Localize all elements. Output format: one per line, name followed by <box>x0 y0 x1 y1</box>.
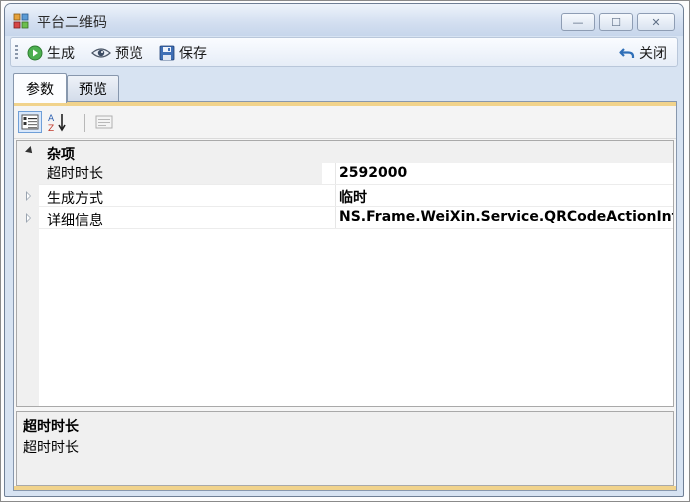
svg-text:Z: Z <box>48 124 54 132</box>
tab-parameters-label: 参数 <box>26 81 54 98</box>
save-icon <box>159 45 175 61</box>
collapse-icon[interactable] <box>25 146 35 156</box>
property-grid[interactable]: 杂项 超时时长 2592000 生成方式 临时 详细信息 NS.Frame.We… <box>16 140 674 407</box>
maximize-button[interactable]: ☐ <box>599 13 633 31</box>
category-name: 杂项 <box>47 147 75 163</box>
row-divider <box>39 228 673 229</box>
property-pages-button[interactable] <box>92 111 116 133</box>
property-value[interactable]: NS.Frame.WeiXin.Service.QRCodeActionInfo <box>339 209 673 225</box>
parameters-panel: A Z 杂项 超时时长 2592000 生成方式 临时 详细信息 NS.Fram… <box>13 101 677 491</box>
property-value[interactable]: 2592000 <box>339 165 407 181</box>
alphabetical-button[interactable]: A Z <box>46 111 70 133</box>
close-button[interactable]: 关闭 <box>619 43 667 63</box>
expand-icon[interactable] <box>26 191 31 201</box>
app-icon <box>13 13 29 29</box>
property-name: 生成方式 <box>47 191 103 207</box>
property-row-timeout[interactable]: 超时时长 2592000 <box>17 163 673 185</box>
column-divider[interactable] <box>335 207 336 229</box>
row-margin <box>17 163 39 185</box>
close-window-button[interactable]: ✕ <box>637 13 675 31</box>
property-pages-icon <box>95 115 113 129</box>
grid-empty-margin <box>17 229 39 406</box>
sort-alpha-icon: A Z <box>48 114 66 132</box>
app-window: 平台二维码 — ☐ ✕ 生成 预览 保存 关闭 参数 预览 A Z 杂项 超时时… <box>4 3 684 497</box>
eye-icon <box>91 48 111 58</box>
expand-icon[interactable] <box>26 213 31 223</box>
main-toolbar: 生成 预览 保存 关闭 <box>10 37 678 67</box>
column-divider[interactable] <box>335 163 336 185</box>
title-bar[interactable]: 平台二维码 — ☐ ✕ <box>5 4 683 36</box>
svg-text:A: A <box>48 114 55 124</box>
tab-parameters[interactable]: 参数 <box>13 73 67 103</box>
generate-label: 生成 <box>47 46 75 62</box>
undo-icon <box>619 48 635 58</box>
accent-bar-bottom <box>14 486 676 490</box>
property-grid-toolbar: A Z <box>14 106 676 139</box>
tab-preview-label: 预览 <box>79 81 107 98</box>
window-title: 平台二维码 <box>37 15 107 31</box>
close-label: 关闭 <box>639 46 667 62</box>
help-panel: 超时时长 超时时长 <box>16 411 674 486</box>
minimize-button[interactable]: — <box>561 13 595 31</box>
toolbar-separator <box>84 114 85 132</box>
categorized-button[interactable] <box>18 111 42 133</box>
property-value[interactable]: 临时 <box>339 187 367 207</box>
property-row-generation-mode[interactable]: 生成方式 临时 <box>17 185 673 207</box>
close-icon: ✕ <box>651 15 661 29</box>
toolbar-grip[interactable] <box>15 45 18 61</box>
tab-preview[interactable]: 预览 <box>67 75 119 101</box>
generate-icon <box>27 45 43 61</box>
minimize-icon: — <box>572 15 584 29</box>
preview-label: 预览 <box>115 46 143 62</box>
categorized-icon <box>21 114 39 130</box>
property-row-details[interactable]: 详细信息 NS.Frame.WeiXin.Service.QRCodeActio… <box>17 207 673 229</box>
category-row[interactable]: 杂项 <box>17 141 673 163</box>
column-divider[interactable] <box>335 185 336 207</box>
maximize-icon: ☐ <box>611 15 621 29</box>
window-controls: — ☐ ✕ <box>561 13 675 31</box>
save-label: 保存 <box>179 46 207 62</box>
help-description: 超时时长 <box>23 440 79 456</box>
save-button[interactable]: 保存 <box>159 43 207 63</box>
preview-button[interactable]: 预览 <box>91 43 143 63</box>
generate-button[interactable]: 生成 <box>27 43 75 63</box>
property-name: 超时时长 <box>39 163 322 185</box>
property-name: 详细信息 <box>47 213 103 229</box>
help-title: 超时时长 <box>23 419 79 435</box>
